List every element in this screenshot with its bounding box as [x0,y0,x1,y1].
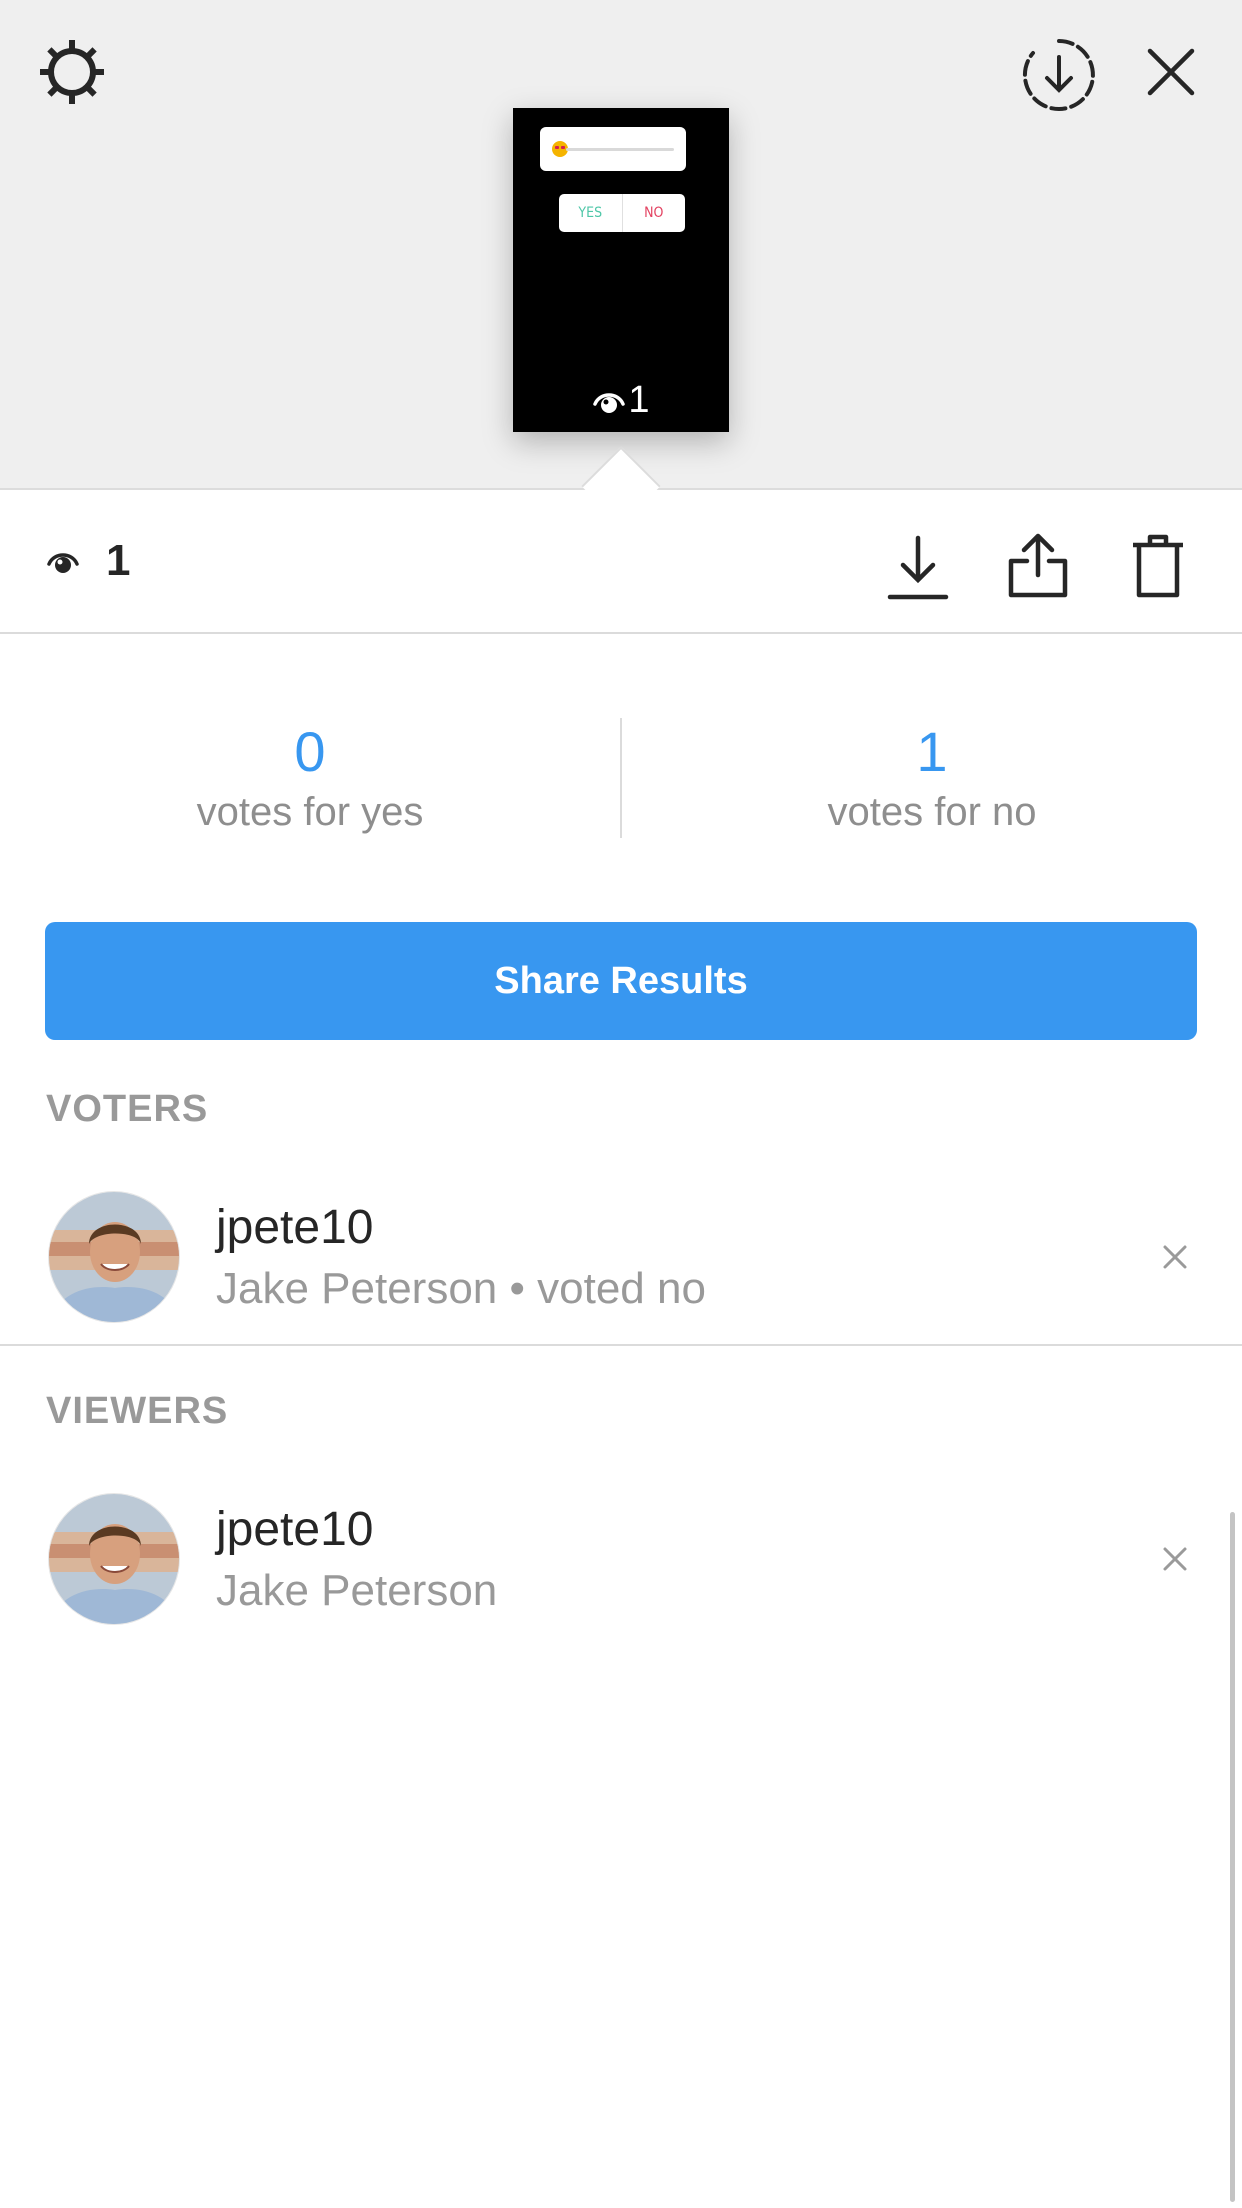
viewer-list-item[interactable]: jpete10 Jake Peterson [0,1480,1242,1640]
trash-icon [1133,534,1183,598]
view-count-number: 1 [106,536,131,585]
share-button[interactable] [998,526,1078,606]
share-results-button[interactable]: Share Results [45,922,1197,1040]
viewer-subtitle: Jake Peterson [216,1566,498,1615]
voter-subtitle: Jake Peterson • voted no [216,1264,706,1313]
thumbnail-view-count: 1 [513,379,729,422]
viewers-count[interactable]: 1 [46,536,130,586]
scrollbar[interactable] [1230,1512,1235,2202]
viewers-header: VIEWERS [46,1390,229,1432]
download-circle-icon [1022,39,1095,111]
download-button[interactable] [878,528,958,608]
close-button[interactable] [1136,32,1206,112]
settings-button[interactable] [32,32,112,112]
viewer-username[interactable]: jpete10 [216,1502,373,1557]
download-icon [887,535,949,600]
save-story-button[interactable] [1016,32,1102,118]
story-thumbnail[interactable]: YES NO 1 [513,108,729,432]
poll-results: 0 votes for yes 1 votes for no [0,700,1242,860]
no-votes-stat: 1 votes for no [622,720,1242,840]
poll-sticker: YES NO [559,194,685,232]
close-icon [1147,48,1195,96]
gear-icon [40,40,104,104]
emoji-slider-sticker [540,127,686,171]
yes-votes-stat: 0 votes for yes [0,720,620,840]
delete-button[interactable] [1118,526,1198,606]
close-icon [1163,1245,1187,1269]
poll-yes-option: YES [559,194,623,232]
eye-icon [593,392,626,413]
no-votes-count: 1 [916,720,948,783]
close-icon [1163,1547,1187,1571]
avatar[interactable] [48,1191,180,1323]
voter-list-item[interactable]: jpete10 Jake Peterson • voted no [0,1178,1242,1338]
poll-no-option: NO [644,205,664,221]
remove-viewer-button[interactable] [1148,1532,1202,1586]
avatar[interactable] [48,1493,180,1625]
story-preview-area: YES NO 1 [0,0,1242,490]
list-divider [0,1344,1242,1346]
remove-voter-button[interactable] [1148,1230,1202,1284]
yes-votes-label: votes for yes [196,790,424,834]
thumbnail-view-count-number: 1 [628,379,650,421]
share-icon [1008,533,1068,598]
no-votes-label: votes for no [827,790,1037,834]
story-action-bar: 1 [0,492,1242,634]
eye-icon [47,553,79,573]
slider-track [566,148,674,151]
yes-votes-count: 0 [294,720,326,783]
voter-username[interactable]: jpete10 [216,1200,373,1255]
voters-header: VOTERS [46,1088,209,1130]
